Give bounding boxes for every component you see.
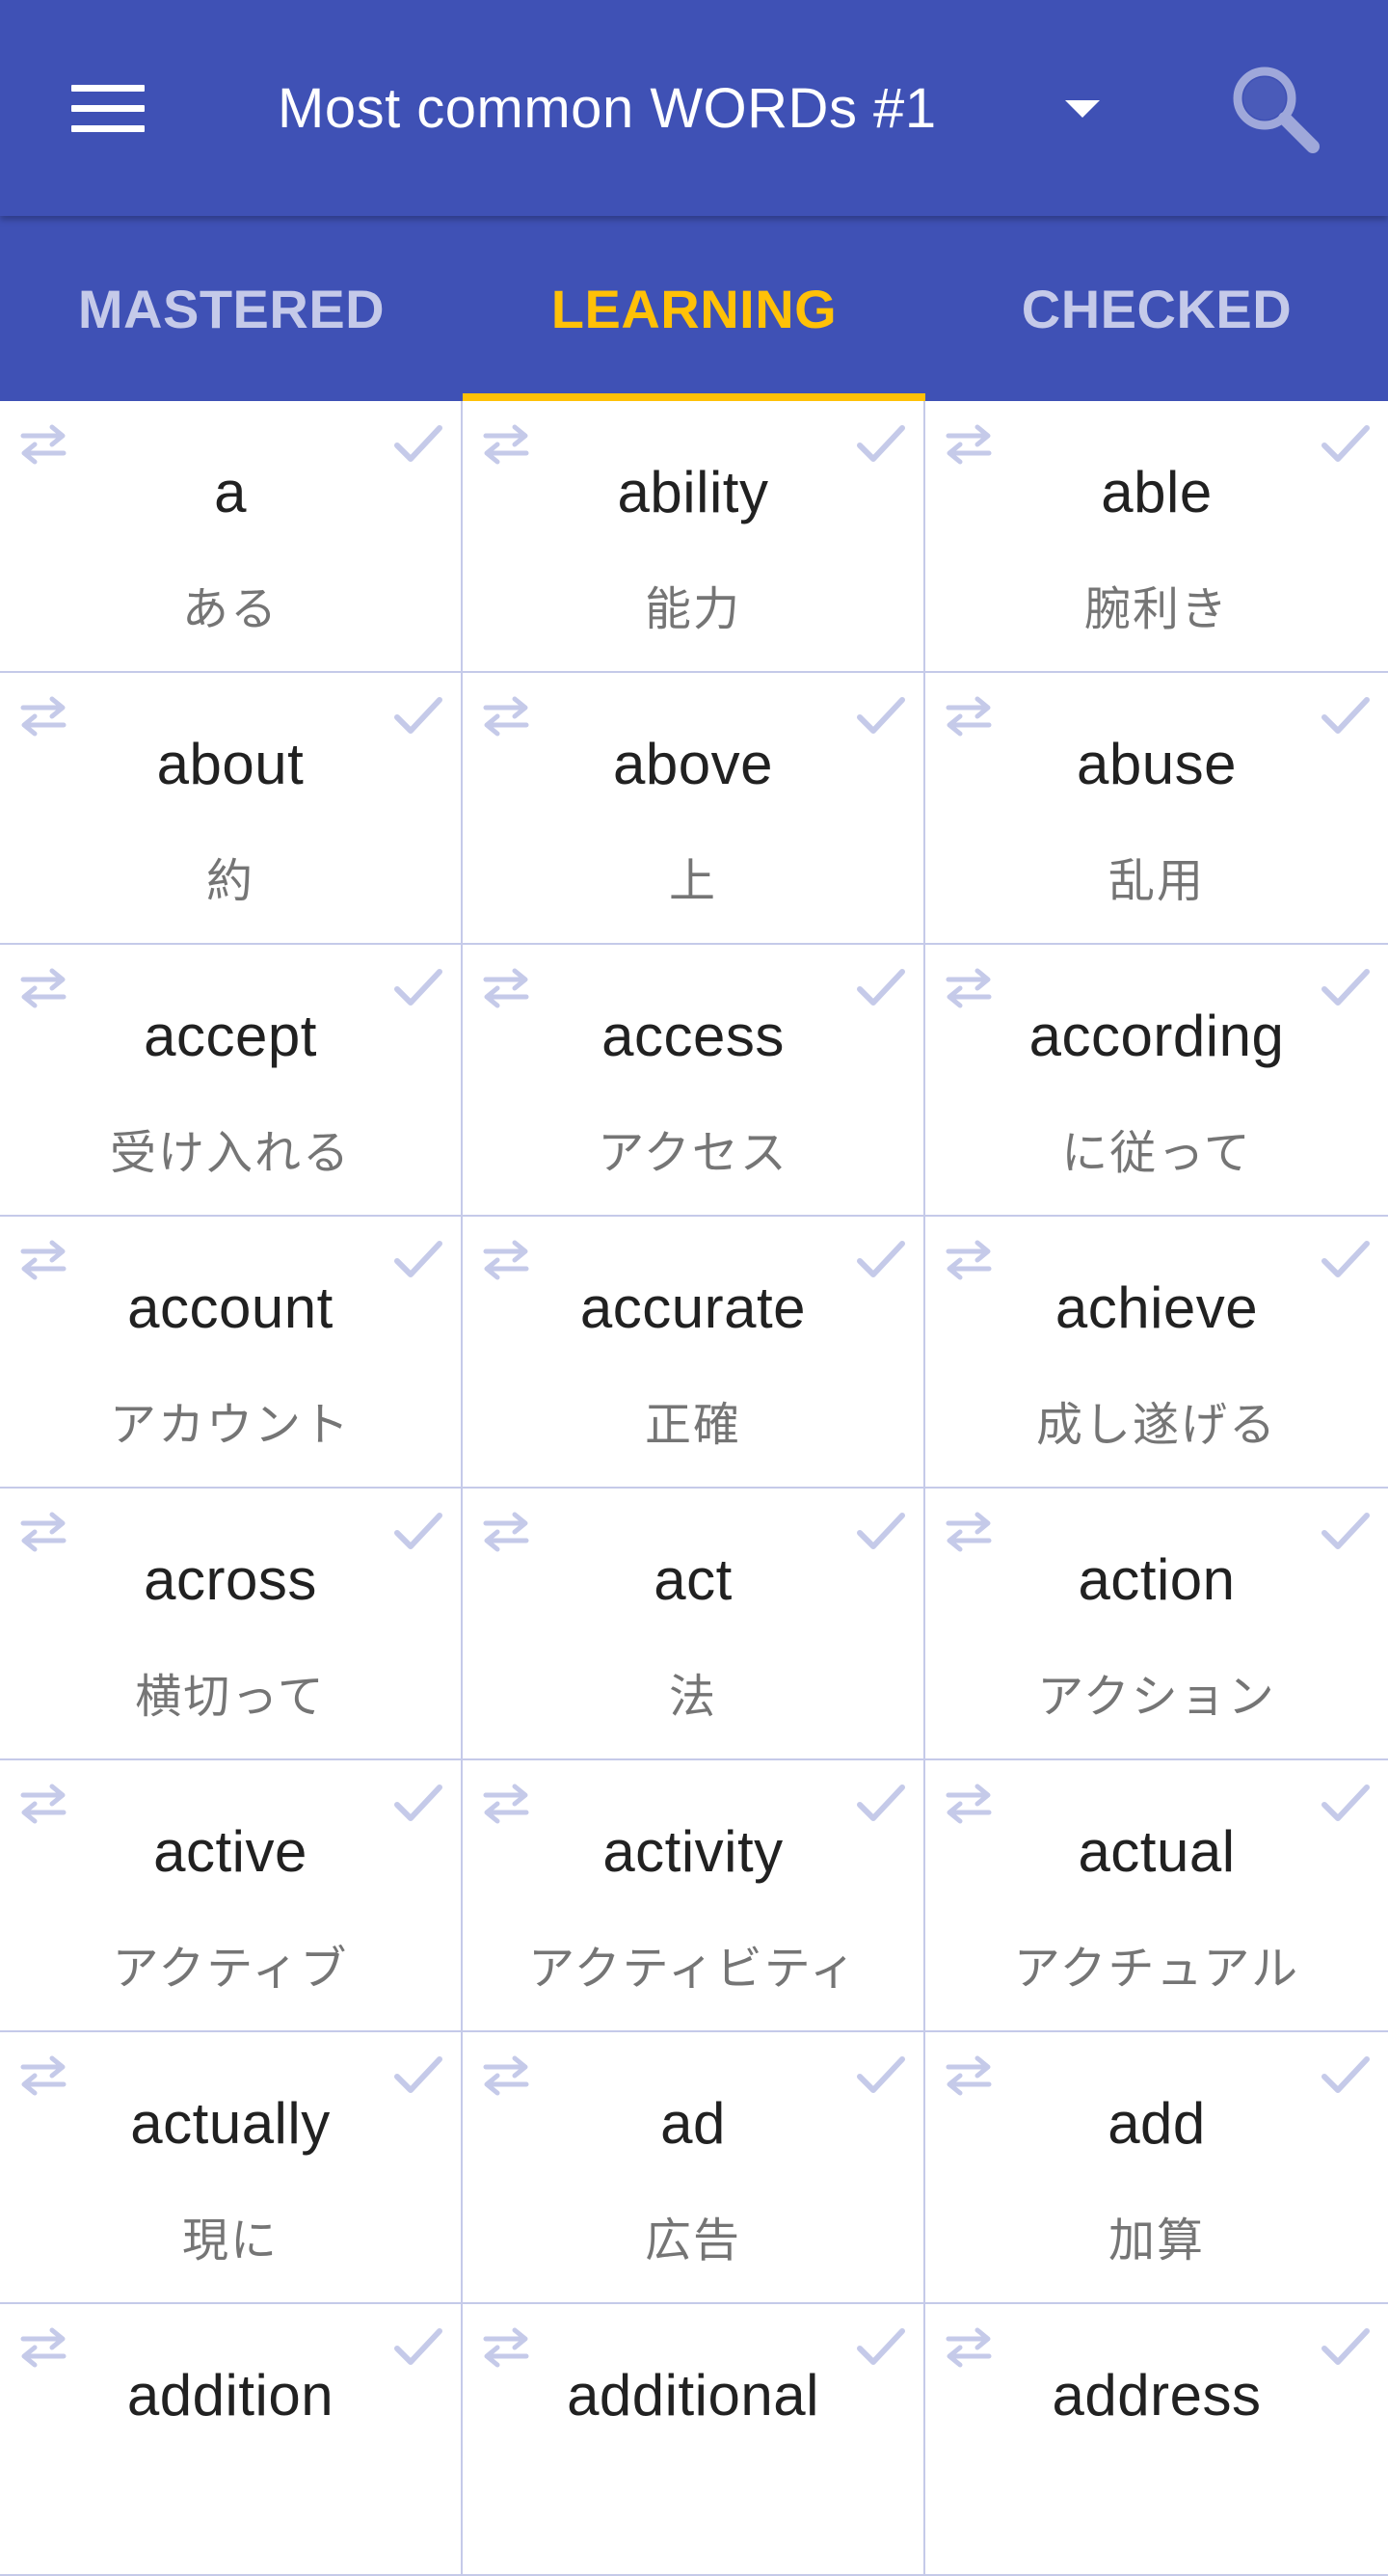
word-text: account <box>127 1275 334 1340</box>
page-title: Most common WORDs #1 <box>278 76 937 140</box>
word-translation: アクチュアル <box>1013 1942 1300 1996</box>
tab-bar: MASTERED LEARNING CHECKED <box>0 216 1388 401</box>
word-card[interactable]: according に従って <box>925 945 1388 1217</box>
word-card[interactable]: actual アクチュアル <box>925 1760 1388 2032</box>
word-translation: アカウント <box>109 1398 351 1452</box>
tab-label: CHECKED <box>1021 278 1293 339</box>
word-card[interactable]: access アクセス <box>463 945 925 1217</box>
word-text: able <box>1101 460 1213 524</box>
word-text: abuse <box>1077 732 1237 796</box>
word-translation: アクティブ <box>112 1942 349 1996</box>
word-card[interactable]: accurate 正確 <box>463 1217 925 1489</box>
word-translation: 約 <box>205 854 254 908</box>
word-card[interactable]: ability 能力 <box>463 401 925 673</box>
word-text: about <box>156 732 305 796</box>
search-icon-graphic <box>1233 67 1320 153</box>
word-card[interactable]: actually 現に <box>0 2032 463 2304</box>
word-card[interactable]: account アカウント <box>0 1217 463 1489</box>
word-translation: ある <box>181 582 279 636</box>
word-card[interactable]: action アクション <box>925 1489 1388 1760</box>
word-text: activity <box>602 1819 784 1884</box>
app-bar: Most common WORDs #1 <box>0 0 1388 216</box>
word-translation: 広告 <box>644 2214 741 2267</box>
word-card[interactable]: able 腕利き <box>925 401 1388 673</box>
word-card[interactable]: across 横切って <box>0 1489 463 1760</box>
word-translation: 乱用 <box>1108 854 1205 908</box>
word-card[interactable]: address <box>925 2304 1388 2576</box>
word-translation: 加算 <box>1108 2214 1205 2267</box>
word-card[interactable]: above 上 <box>463 673 925 945</box>
tab-mastered[interactable]: MASTERED <box>0 216 463 401</box>
word-card[interactable]: a ある <box>0 401 463 673</box>
word-text: actually <box>130 2091 331 2156</box>
word-text: accurate <box>579 1275 807 1340</box>
word-translation: 腕利き <box>1083 582 1229 636</box>
word-card[interactable]: addition <box>0 2304 463 2576</box>
word-translation: アクティビティ <box>528 1942 858 1996</box>
word-list-selector[interactable]: Most common WORDs #1 <box>251 48 1118 168</box>
word-text: address <box>1052 2363 1262 2428</box>
word-card[interactable]: accept 受け入れる <box>0 945 463 1217</box>
word-text: a <box>214 460 247 524</box>
word-card[interactable]: about 約 <box>0 673 463 945</box>
word-text: ad <box>660 2091 726 2156</box>
menu-bar-line <box>71 104 145 112</box>
word-translation: 受け入れる <box>109 1126 351 1180</box>
word-card[interactable]: add 加算 <box>925 2032 1388 2304</box>
dropdown-arrow-icon <box>1065 100 1100 118</box>
menu-bar-line <box>71 124 145 132</box>
word-card[interactable]: ad 広告 <box>463 2032 925 2304</box>
word-translation: 正確 <box>644 1398 741 1452</box>
word-translation: アクション <box>1037 1670 1276 1724</box>
word-text: achieve <box>1054 1275 1259 1340</box>
word-translation: 現に <box>181 2214 279 2267</box>
word-card[interactable]: achieve 成し遂げる <box>925 1217 1388 1489</box>
word-translation: 能力 <box>644 582 741 636</box>
word-translation: に従って <box>1061 1126 1252 1180</box>
word-translation: 成し遂げる <box>1035 1398 1277 1452</box>
word-text: ability <box>617 460 769 524</box>
word-text: access <box>601 1004 785 1068</box>
word-text: act <box>654 1547 733 1612</box>
menu-bar-line <box>71 84 145 92</box>
word-text: add <box>1108 2091 1206 2156</box>
search-icon[interactable] <box>1224 58 1330 164</box>
word-text: actual <box>1078 1819 1236 1884</box>
word-translation: 上 <box>668 854 717 908</box>
word-translation: アクセス <box>598 1126 788 1180</box>
word-text: addition <box>126 2363 334 2428</box>
word-text: additional <box>567 2363 819 2428</box>
word-text: active <box>153 1819 307 1884</box>
word-translation: 法 <box>668 1670 717 1724</box>
word-card[interactable]: activity アクティビティ <box>463 1760 925 2032</box>
word-card[interactable]: act 法 <box>463 1489 925 1760</box>
word-card[interactable]: abuse 乱用 <box>925 673 1388 945</box>
tab-label: LEARNING <box>550 278 838 339</box>
word-text: action <box>1078 1547 1236 1612</box>
word-card[interactable]: additional <box>463 2304 925 2576</box>
word-translation: 横切って <box>135 1670 326 1724</box>
word-text: above <box>613 732 773 796</box>
word-text: accept <box>144 1004 317 1068</box>
active-tab-indicator <box>463 393 925 401</box>
word-grid: a ある ability 能力 able 腕利き about 約 above 上 abuse 乱用 ac… <box>0 401 1388 2576</box>
tab-checked[interactable]: CHECKED <box>925 216 1388 401</box>
hamburger-menu-icon[interactable] <box>52 69 164 147</box>
tab-label: MASTERED <box>77 278 386 339</box>
word-text: across <box>144 1547 317 1612</box>
tab-learning[interactable]: LEARNING <box>463 216 925 401</box>
word-text: according <box>1028 1004 1285 1068</box>
word-card[interactable]: active アクティブ <box>0 1760 463 2032</box>
